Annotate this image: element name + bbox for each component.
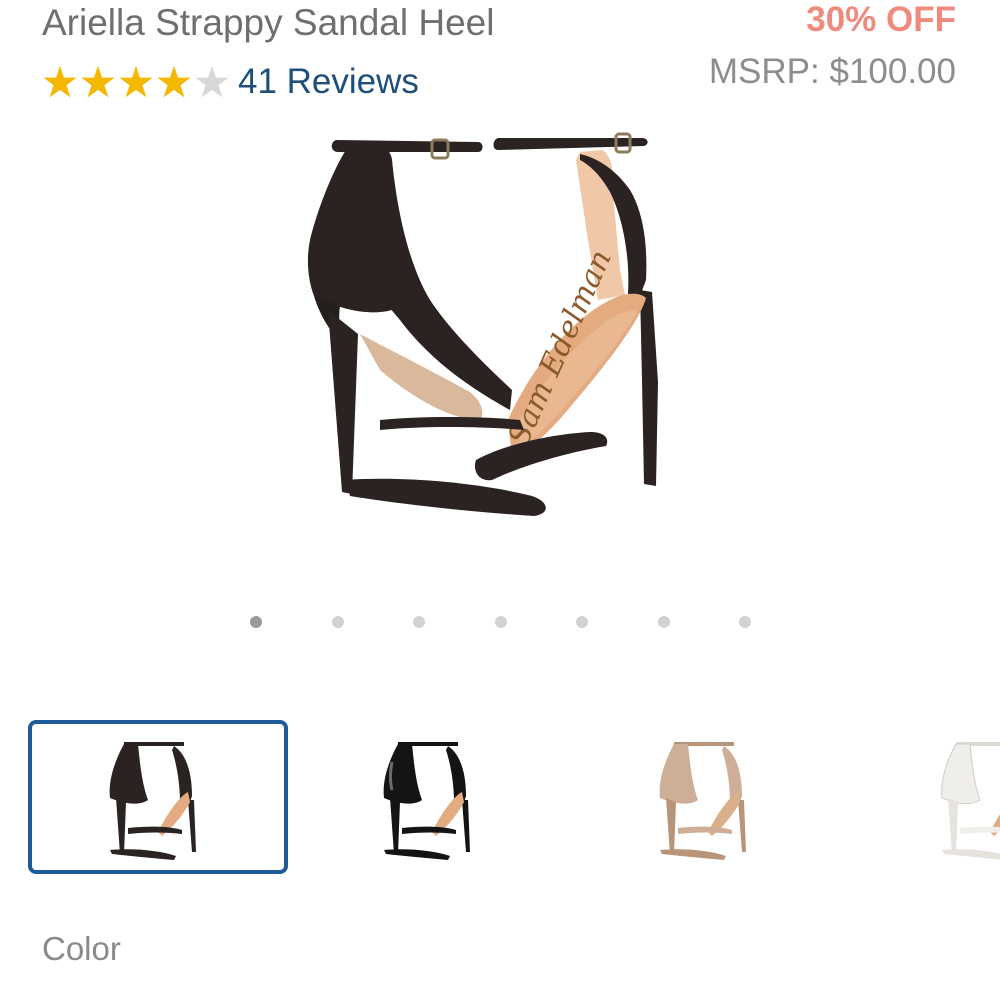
color-section-label: Color: [42, 930, 121, 967]
pager-dot[interactable]: [250, 616, 262, 628]
star-filled-icon: [119, 65, 153, 98]
discount-badge: 30% OFF: [806, 0, 956, 39]
star-filled-icon: [81, 65, 115, 98]
star-rating: [42, 64, 230, 100]
rating-row: 41 Reviews: [42, 60, 419, 104]
reviews-link[interactable]: 41 Reviews: [238, 62, 419, 102]
star-filled-icon: [157, 65, 191, 98]
black-patent-sandal-thumbnail-icon: [383, 742, 470, 860]
pager-dot[interactable]: [331, 616, 344, 628]
swatch-black-patent[interactable]: [302, 720, 562, 874]
pager-dot[interactable]: [494, 616, 507, 628]
color-swatch-carousel: [0, 716, 1000, 880]
star-empty-icon: [195, 65, 229, 98]
pager-dot[interactable]: [739, 616, 751, 628]
swatch-black-suede[interactable]: [28, 720, 288, 874]
pager-dot[interactable]: [657, 616, 670, 628]
msrp-price: MSRP: $100.00: [708, 52, 956, 91]
swatch-nude-metallic[interactable]: [578, 720, 838, 874]
nude-metallic-sandal-thumbnail-icon: [659, 742, 746, 860]
sandal-image-icon: Sam Edelman: [307, 132, 658, 516]
black-suede-sandal-thumbnail-icon: [109, 742, 196, 860]
swatch-white-patent[interactable]: [860, 720, 1000, 874]
white-patent-sandal-thumbnail-icon: [941, 742, 1000, 860]
main-product-image[interactable]: Sam Edelman: [280, 120, 720, 540]
star-filled-icon: [43, 65, 77, 98]
image-pager: [0, 612, 1000, 632]
pager-dot[interactable]: [413, 616, 425, 628]
product-title: Ariella Strappy Sandal Heel: [42, 2, 495, 43]
pager-dot[interactable]: [576, 616, 588, 628]
